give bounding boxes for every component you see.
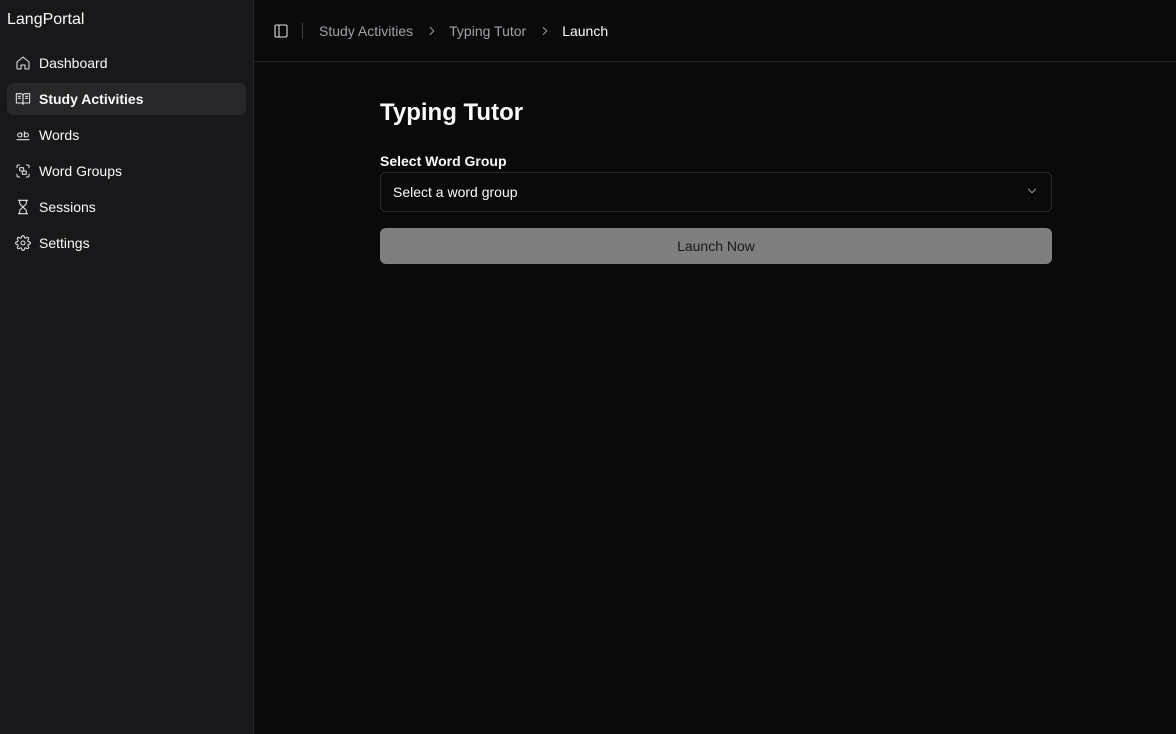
app-root: LangPortal Dashboard Study Activities Wo… [0,0,1176,734]
gear-icon [15,235,31,251]
sidebar-item-label: Words [39,127,80,143]
launch-now-button[interactable]: Launch Now [380,228,1052,264]
sidebar-item-words[interactable]: Words [7,119,246,151]
word-group-label: Select Word Group [380,153,507,169]
sidebar-item-sessions[interactable]: Sessions [7,191,246,223]
chevron-right-icon [425,24,439,38]
sidebar-item-label: Study Activities [39,91,144,107]
sidebar-item-label: Word Groups [39,163,122,179]
page-title: Typing Tutor [380,99,524,126]
sidebar-item-study-activities[interactable]: Study Activities [7,83,246,115]
group-scan-icon [15,163,31,179]
sidebar-item-label: Sessions [39,199,96,215]
sidebar-item-label: Settings [39,235,90,251]
chevron-right-icon [538,24,552,38]
book-open-icon [15,91,31,107]
launch-form: Typing Tutor Select Word Group Select a … [380,97,1052,264]
sidebar-item-word-groups[interactable]: Word Groups [7,155,246,187]
home-icon [15,55,31,71]
topbar-divider [302,22,303,39]
main-area: Study Activities Typing Tutor Launch Typ… [254,0,1176,734]
sidebar: LangPortal Dashboard Study Activities Wo… [0,0,254,734]
sidebar-nav: Dashboard Study Activities Words Word Gr… [7,47,246,263]
breadcrumb-typing-tutor[interactable]: Typing Tutor [449,23,526,39]
chevron-down-icon [1025,184,1039,201]
brand-title[interactable]: LangPortal [7,10,84,30]
hourglass-icon [15,199,31,215]
breadcrumb-launch: Launch [562,22,609,39]
sidebar-item-dashboard[interactable]: Dashboard [7,47,246,79]
word-group-select-placeholder: Select a word group [393,184,518,200]
breadcrumb-study-activities[interactable]: Study Activities [319,23,413,39]
breadcrumb: Study Activities Typing Tutor Launch [319,23,608,39]
panel-left-icon[interactable] [272,22,290,40]
word-group-select[interactable]: Select a word group [380,172,1052,212]
sidebar-item-label: Dashboard [39,55,108,71]
whole-word-icon [15,127,31,143]
topbar: Study Activities Typing Tutor Launch [254,0,1176,62]
sidebar-item-settings[interactable]: Settings [7,227,246,259]
